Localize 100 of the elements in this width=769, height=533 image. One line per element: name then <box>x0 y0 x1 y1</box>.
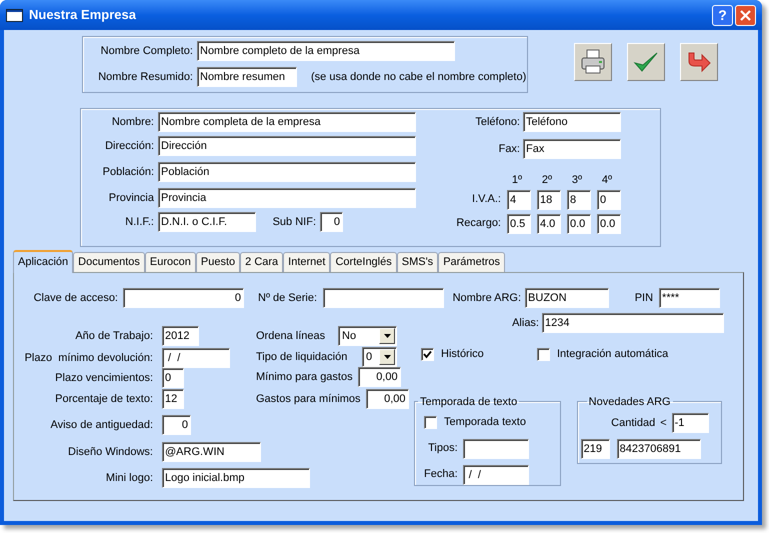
text-field[interactable]: 0 <box>162 415 191 435</box>
field-label: Temporada texto <box>444 415 526 430</box>
text-field[interactable]: / / <box>162 348 230 368</box>
text-field[interactable]: 219 <box>580 439 610 459</box>
text-field[interactable]: 0 <box>597 190 621 210</box>
field-label: Tipos: <box>428 441 458 456</box>
field-label: Clave de acceso: <box>32 290 118 306</box>
group-title: Temporada de texto <box>419 394 518 410</box>
window-title: Nuestra Empresa <box>29 6 137 24</box>
field-label: < <box>660 416 667 431</box>
column-header: 3º <box>570 173 584 188</box>
text-field[interactable]: Dirección <box>158 136 416 156</box>
accept-button[interactable] <box>627 43 665 81</box>
text-field[interactable] <box>323 288 444 308</box>
tab[interactable]: Aplicación <box>13 250 74 273</box>
field-label: Fecha: <box>424 467 458 482</box>
tab[interactable]: 2 Cara <box>240 252 284 272</box>
field-label: Nombre Resumido: <box>97 70 193 85</box>
dropdown-arrow-button[interactable] <box>379 349 395 365</box>
tab[interactable]: CorteInglés <box>330 252 397 272</box>
text-field[interactable]: **** <box>659 288 720 308</box>
checkbox[interactable] <box>424 416 437 429</box>
caret-icon <box>384 334 390 338</box>
field-label: Tipo de liquidación <box>256 350 348 365</box>
text-field[interactable]: / / <box>462 464 529 484</box>
close-icon <box>740 10 751 20</box>
field-label: Cantidad <box>611 416 656 431</box>
field-label: Año de Trabajo: <box>74 328 153 344</box>
field-label: PIN <box>634 290 654 306</box>
text-field[interactable]: D.N.I. o C.I.F. <box>158 212 256 232</box>
field-label: Porcentaje de texto: <box>54 392 153 407</box>
text-field[interactable]: Fax <box>523 139 621 159</box>
text-field[interactable]: 4 <box>507 190 531 210</box>
text-field[interactable]: 8423706891 <box>616 439 701 459</box>
exit-button[interactable] <box>680 43 718 81</box>
dropdown-arrow-button[interactable] <box>379 328 395 344</box>
field-label: Provincia <box>108 190 154 206</box>
text-field[interactable]: 0,00 <box>358 367 401 387</box>
field-label: Mini logo: <box>104 470 153 486</box>
field-label: Nombre ARG: <box>452 290 522 306</box>
text-field[interactable]: Nombre completa de la empresa <box>158 112 416 132</box>
field-label: I.V.A.: <box>472 192 501 208</box>
caret-icon <box>384 355 390 359</box>
text-field[interactable]: Nombre resumen <box>197 67 297 87</box>
field-label: Nombre Completo: <box>100 44 193 59</box>
field-label: Fax: <box>498 142 520 157</box>
text-field[interactable]: 18 <box>537 190 561 210</box>
field-label: Plazo vencimientos: <box>54 370 153 386</box>
text-field[interactable]: 0 <box>162 368 184 388</box>
field-label: Nº de Serie: <box>258 290 318 306</box>
tab[interactable]: Eurocon <box>144 252 196 272</box>
text-field[interactable]: 2012 <box>162 326 199 346</box>
field-label: Integración automática <box>557 347 668 362</box>
tab[interactable]: Internet <box>283 252 330 272</box>
text-field[interactable]: 0.0 <box>567 214 591 234</box>
text-field[interactable]: Logo inicial.bmp <box>162 468 310 488</box>
text-field[interactable]: BUZON <box>525 288 610 308</box>
text-field[interactable]: 0 <box>123 288 244 308</box>
printer-icon <box>579 48 607 76</box>
text-field[interactable]: 0.0 <box>597 214 621 234</box>
close-button[interactable] <box>735 4 756 26</box>
field-label: Aviso de antiguedad: <box>49 418 153 433</box>
text-field[interactable]: 0,00 <box>366 389 409 409</box>
field-label: Ordena líneas <box>256 328 326 344</box>
field-label: Histórico <box>441 347 484 362</box>
tab[interactable]: Parámetros <box>438 252 506 272</box>
dropdown[interactable]: No <box>338 326 397 346</box>
field-label: Dirección: <box>104 138 154 154</box>
hint-text: (se usa donde no cabe el nombre completo) <box>311 70 526 85</box>
print-button[interactable] <box>574 43 612 81</box>
text-field[interactable]: Provincia <box>158 188 416 208</box>
window-icon <box>6 8 23 22</box>
text-field[interactable]: 12 <box>162 389 184 409</box>
field-label: Nombre: <box>110 114 154 130</box>
group-title: Novedades ARG <box>588 394 672 410</box>
check-icon <box>633 50 659 74</box>
column-header: 4º <box>600 173 614 188</box>
help-button[interactable]: ? <box>712 4 733 26</box>
tab[interactable]: Documentos <box>73 252 145 272</box>
column-header: 2º <box>540 173 554 188</box>
text-field[interactable]: -1 <box>672 413 709 433</box>
column-header: 1º <box>510 173 524 188</box>
tab[interactable]: Puesto <box>196 252 240 272</box>
text-field[interactable]: 0.5 <box>507 214 531 234</box>
tab[interactable]: SMS's <box>396 252 438 272</box>
text-field[interactable] <box>462 438 529 458</box>
checkbox[interactable] <box>421 348 434 361</box>
text-field[interactable]: 0 <box>320 212 343 232</box>
text-field[interactable]: 4.0 <box>537 214 561 234</box>
text-field[interactable]: Nombre completo de la empresa <box>197 41 455 61</box>
text-field[interactable]: Población <box>158 162 416 182</box>
dropdown[interactable]: 0 <box>362 347 397 367</box>
text-field[interactable]: Teléfono <box>523 112 621 132</box>
field-label: Diseño Windows: <box>67 444 153 460</box>
field-label: Teléfono: <box>475 114 520 130</box>
field-label: Alias: <box>512 316 539 331</box>
text-field[interactable]: 8 <box>567 190 591 210</box>
text-field[interactable]: @ARG.WIN <box>162 442 261 462</box>
checkbox[interactable] <box>537 348 550 361</box>
text-field[interactable]: 1234 <box>542 313 724 333</box>
